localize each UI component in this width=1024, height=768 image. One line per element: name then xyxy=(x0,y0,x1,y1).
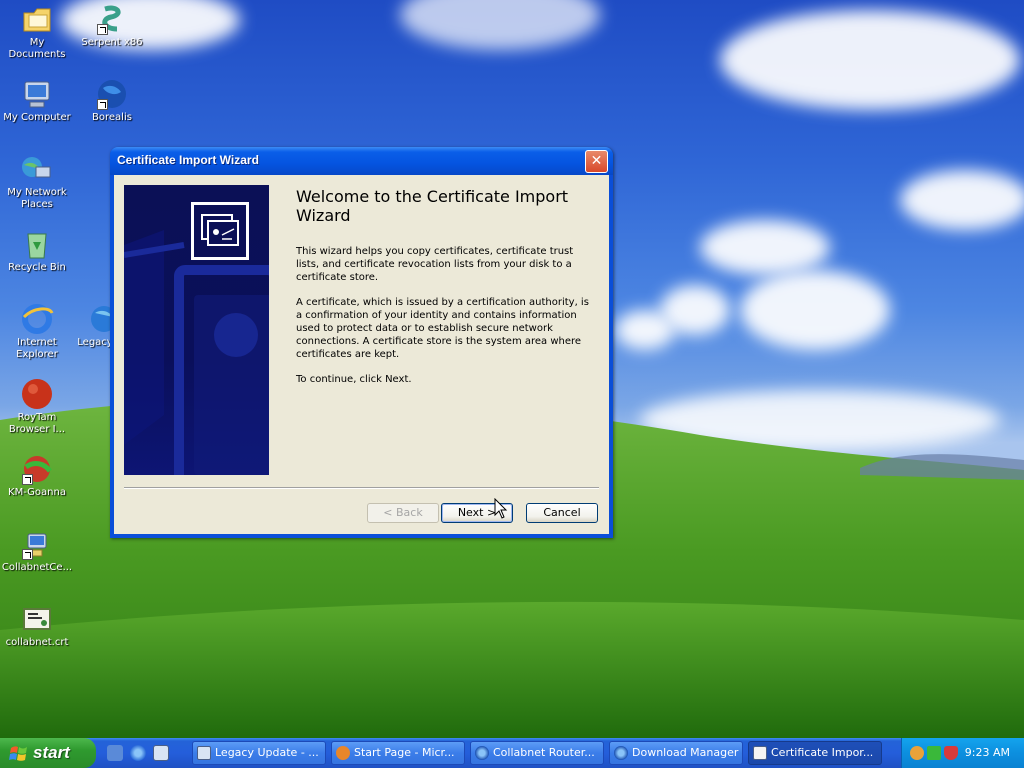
cloud xyxy=(720,10,1020,110)
shortcut-arrow-icon xyxy=(97,99,108,110)
desktop-icon-legacy[interactable]: Legacy xyxy=(75,303,115,349)
certificate-icon xyxy=(191,202,249,260)
desktop-icon-my-computer[interactable]: My Computer xyxy=(0,78,74,124)
shortcut-arrow-icon xyxy=(22,549,33,560)
quick-launch-show-desktop-icon[interactable] xyxy=(107,745,123,761)
tray-security-icon[interactable] xyxy=(944,746,958,760)
task-legacy-update[interactable]: Legacy Update - ... xyxy=(192,741,326,765)
start-button[interactable]: start xyxy=(0,738,96,768)
close-button[interactable]: ✕ xyxy=(585,150,608,173)
tray-shield-icon[interactable] xyxy=(927,746,941,760)
tray-network-icon[interactable] xyxy=(910,746,924,760)
system-tray: 9:23 AM xyxy=(901,738,1024,768)
window-title: Certificate Import Wizard xyxy=(117,153,259,167)
wizard-intro-paragraph: This wizard helps you copy certificates,… xyxy=(296,246,574,283)
start-label: start xyxy=(33,743,70,762)
shortcut-arrow-icon xyxy=(22,474,33,485)
clock[interactable]: 9:23 AM xyxy=(965,746,1010,759)
certificate-icon xyxy=(753,746,767,760)
wizard-description-paragraph: A certificate, which is issued by a cert… xyxy=(296,297,589,360)
close-icon: ✕ xyxy=(590,153,603,169)
cloud xyxy=(740,270,890,350)
quick-launch-window-icon[interactable] xyxy=(153,745,169,761)
task-collabnet-router[interactable]: Collabnet Router... xyxy=(470,741,604,765)
windows-logo-icon xyxy=(9,746,27,761)
km-goanna-icon xyxy=(20,453,54,485)
wizard-client-area: Welcome to the Certificate Import Wizard… xyxy=(114,175,609,534)
taskbar: start Legacy Update - ... Start Page - M… xyxy=(0,738,1024,768)
ie-icon xyxy=(20,303,54,335)
desktop-icon-km-goanna[interactable]: KM-Goanna xyxy=(0,453,74,499)
desktop-icon-borealis[interactable]: Borealis xyxy=(75,78,149,124)
shortcut-arrow-icon xyxy=(97,24,108,35)
task-start-page[interactable]: Start Page - Micr... xyxy=(331,741,465,765)
task-download-manager[interactable]: Download Manager xyxy=(609,741,743,765)
globe-icon xyxy=(614,746,628,760)
desktop-icon-recycle-bin[interactable]: Recycle Bin xyxy=(0,228,74,274)
wizard-banner-image xyxy=(124,185,269,475)
roytam-icon xyxy=(20,378,54,410)
wizard-continue-hint: To continue, click Next. xyxy=(296,374,412,385)
desktop-icon-roytam-browser[interactable]: RoyTam Browser I... xyxy=(0,378,74,436)
network-icon xyxy=(20,153,54,185)
cloud xyxy=(615,310,675,350)
back-button[interactable]: < Back xyxy=(367,503,439,523)
cloud xyxy=(900,170,1024,230)
desktop-icon-my-documents[interactable]: My Documents xyxy=(0,3,74,61)
desktop-icon-collabnet-cert[interactable]: CollabnetCe... xyxy=(0,528,74,574)
computer-icon xyxy=(20,78,54,110)
wizard-heading: Welcome to the Certificate Import Wizard xyxy=(296,187,569,225)
desktop-icon-my-network-places[interactable]: My Network Places xyxy=(0,153,74,211)
certificate-import-wizard-window: Certificate Import Wizard ✕ Welcome to t… xyxy=(110,147,613,538)
globe-icon xyxy=(95,78,129,110)
certificate-file-icon xyxy=(20,603,54,635)
globe-icon xyxy=(475,746,489,760)
desktop-icon-internet-explorer[interactable]: Internet Explorer xyxy=(0,303,74,361)
title-bar[interactable]: Certificate Import Wizard ✕ xyxy=(110,147,613,175)
serpent-icon xyxy=(95,3,129,35)
desktop-icon-serpent[interactable]: Serpent x86 xyxy=(75,3,149,49)
cloud xyxy=(700,220,830,275)
task-certificate-import[interactable]: Certificate Impor... xyxy=(748,741,882,765)
recycle-bin-icon xyxy=(20,228,54,260)
desktop-icon-collabnet-crt[interactable]: collabnet.crt xyxy=(0,603,74,649)
mouse-cursor-icon xyxy=(494,498,508,519)
cancel-button[interactable]: Cancel xyxy=(526,503,598,523)
cloud xyxy=(400,0,600,50)
collabnet-cert-icon xyxy=(20,528,54,560)
button-separator xyxy=(124,487,599,489)
folder-icon xyxy=(20,3,54,35)
browser-icon xyxy=(336,746,350,760)
legacy-update-icon xyxy=(197,746,211,760)
quick-launch-ie-icon[interactable] xyxy=(130,745,146,761)
